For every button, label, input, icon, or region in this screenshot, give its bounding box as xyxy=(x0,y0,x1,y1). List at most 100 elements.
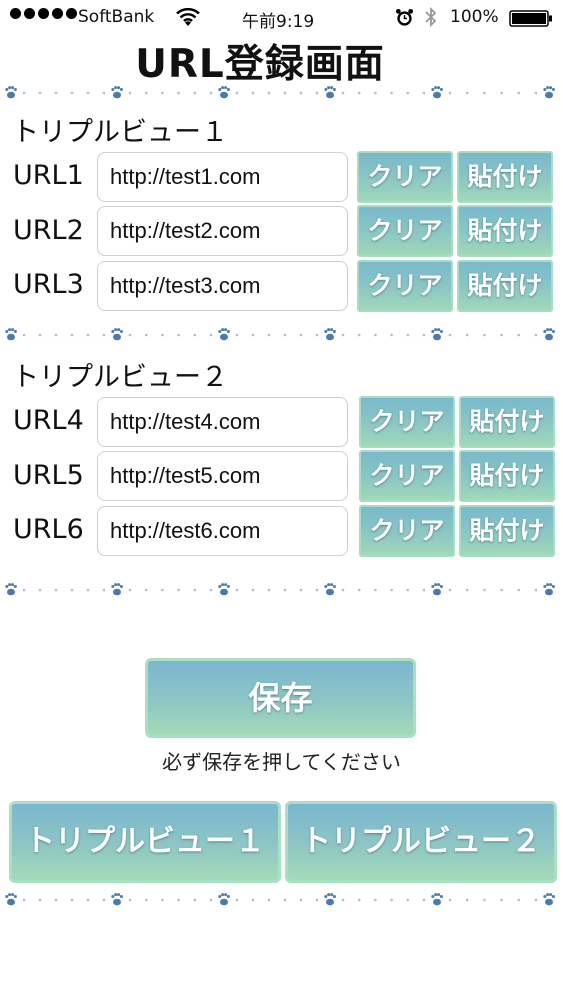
divider-dot xyxy=(193,333,197,337)
page-title: URL登録画面 xyxy=(135,42,385,87)
divider-dot xyxy=(267,898,271,902)
divider-dot xyxy=(422,333,426,337)
url-registration-screen: SoftBank 午前9:19 100% URL登録画面 トリプルビュー１ UR… xyxy=(0,0,563,1000)
divider-dot xyxy=(70,333,74,337)
clear-button[interactable]: クリア xyxy=(357,260,453,312)
url-input[interactable] xyxy=(97,206,348,256)
divider-dot xyxy=(406,898,410,902)
triple-view-1-button[interactable]: トリプルビュー１ xyxy=(9,801,281,883)
url-input[interactable] xyxy=(97,451,348,501)
divider-dot xyxy=(86,898,90,902)
divider-dot xyxy=(144,588,148,592)
paste-button[interactable]: 貼付け xyxy=(459,396,555,448)
clear-button[interactable]: クリア xyxy=(357,205,453,257)
url-label: URL1 xyxy=(13,160,84,191)
divider-dot xyxy=(465,91,469,95)
divider-dot xyxy=(54,898,58,902)
divider-dot xyxy=(406,333,410,337)
divider-dot xyxy=(102,333,106,337)
paw-icon xyxy=(5,86,17,99)
paw-icon xyxy=(431,893,443,906)
divider-dot xyxy=(422,588,426,592)
paw-icon xyxy=(431,583,443,596)
bluetooth-icon xyxy=(425,6,437,28)
paste-button[interactable]: 貼付け xyxy=(459,450,555,502)
battery-percent: 100% xyxy=(450,7,499,27)
alarm-icon xyxy=(395,8,414,26)
divider-dot xyxy=(374,333,377,337)
clear-button[interactable]: クリア xyxy=(359,505,455,557)
url-input[interactable] xyxy=(97,261,348,311)
url-label: URL2 xyxy=(13,215,84,246)
clear-button[interactable]: クリア xyxy=(359,450,455,502)
divider-dot xyxy=(299,588,303,592)
paste-button[interactable]: 貼付け xyxy=(457,151,553,203)
paw-icon xyxy=(5,583,17,596)
divider-dot xyxy=(177,333,180,337)
paw-icon xyxy=(431,86,443,99)
clear-button[interactable]: クリア xyxy=(357,151,453,203)
paste-button[interactable]: 貼付け xyxy=(459,505,555,557)
divider-dot xyxy=(193,898,197,902)
divider-dot xyxy=(128,898,132,902)
divider-dot xyxy=(70,588,74,592)
divider-dot xyxy=(390,898,393,902)
divider-dot xyxy=(374,91,377,95)
divider-dot xyxy=(315,898,319,902)
paste-button[interactable]: 貼付け xyxy=(457,260,553,312)
url-input[interactable] xyxy=(97,397,348,447)
divider-dot xyxy=(193,91,197,95)
divider-dot xyxy=(357,333,361,337)
divider-dot xyxy=(357,91,361,95)
divider-dot xyxy=(390,91,393,95)
paw-icon xyxy=(218,583,230,596)
url-label: URL4 xyxy=(13,405,84,436)
divider-dot xyxy=(267,91,271,95)
divider-dot xyxy=(534,898,538,902)
paw-icon xyxy=(543,583,555,596)
paste-button[interactable]: 貼付け xyxy=(457,205,553,257)
divider-dot xyxy=(422,898,426,902)
divider-dot xyxy=(86,91,90,95)
divider-dot xyxy=(54,91,58,95)
url-input[interactable] xyxy=(97,152,348,202)
url-label: URL5 xyxy=(13,460,84,491)
divider-dot xyxy=(357,588,361,592)
divider-dot xyxy=(70,91,74,95)
divider-dot xyxy=(251,588,255,592)
triple-view-2-button[interactable]: トリプルビュー２ xyxy=(285,801,557,883)
clear-button[interactable]: クリア xyxy=(359,396,455,448)
divider-dot xyxy=(283,333,287,337)
divider-dot xyxy=(54,333,58,337)
divider-dot xyxy=(341,588,345,592)
paw-icon xyxy=(111,893,123,906)
divider-dot xyxy=(500,333,503,337)
divider-dot xyxy=(517,333,521,337)
divider-dot xyxy=(38,588,42,592)
divider-dot xyxy=(283,91,287,95)
divider-dot xyxy=(483,898,486,902)
divider-dot xyxy=(22,91,26,95)
divider-dot xyxy=(144,91,148,95)
divider-dot xyxy=(534,588,538,592)
save-button[interactable]: 保存 xyxy=(145,658,416,738)
paw-icon xyxy=(543,893,555,906)
divider-dot xyxy=(38,333,42,337)
wifi-icon xyxy=(176,8,200,26)
paw-icon xyxy=(5,893,17,906)
battery-icon xyxy=(509,10,552,27)
url-input[interactable] xyxy=(97,506,348,556)
divider-dot xyxy=(500,588,503,592)
divider-dot xyxy=(390,333,393,337)
divider-dot xyxy=(283,588,287,592)
divider-dot xyxy=(483,91,486,95)
divider-dot xyxy=(209,333,213,337)
divider-dot xyxy=(161,333,164,337)
divider-dot xyxy=(235,588,239,592)
paw-divider xyxy=(5,893,555,906)
paw-icon xyxy=(218,893,230,906)
divider-dot xyxy=(465,898,469,902)
divider-dot xyxy=(177,898,180,902)
divider-dot xyxy=(22,588,26,592)
clock-time: 午前9:19 xyxy=(242,12,315,32)
